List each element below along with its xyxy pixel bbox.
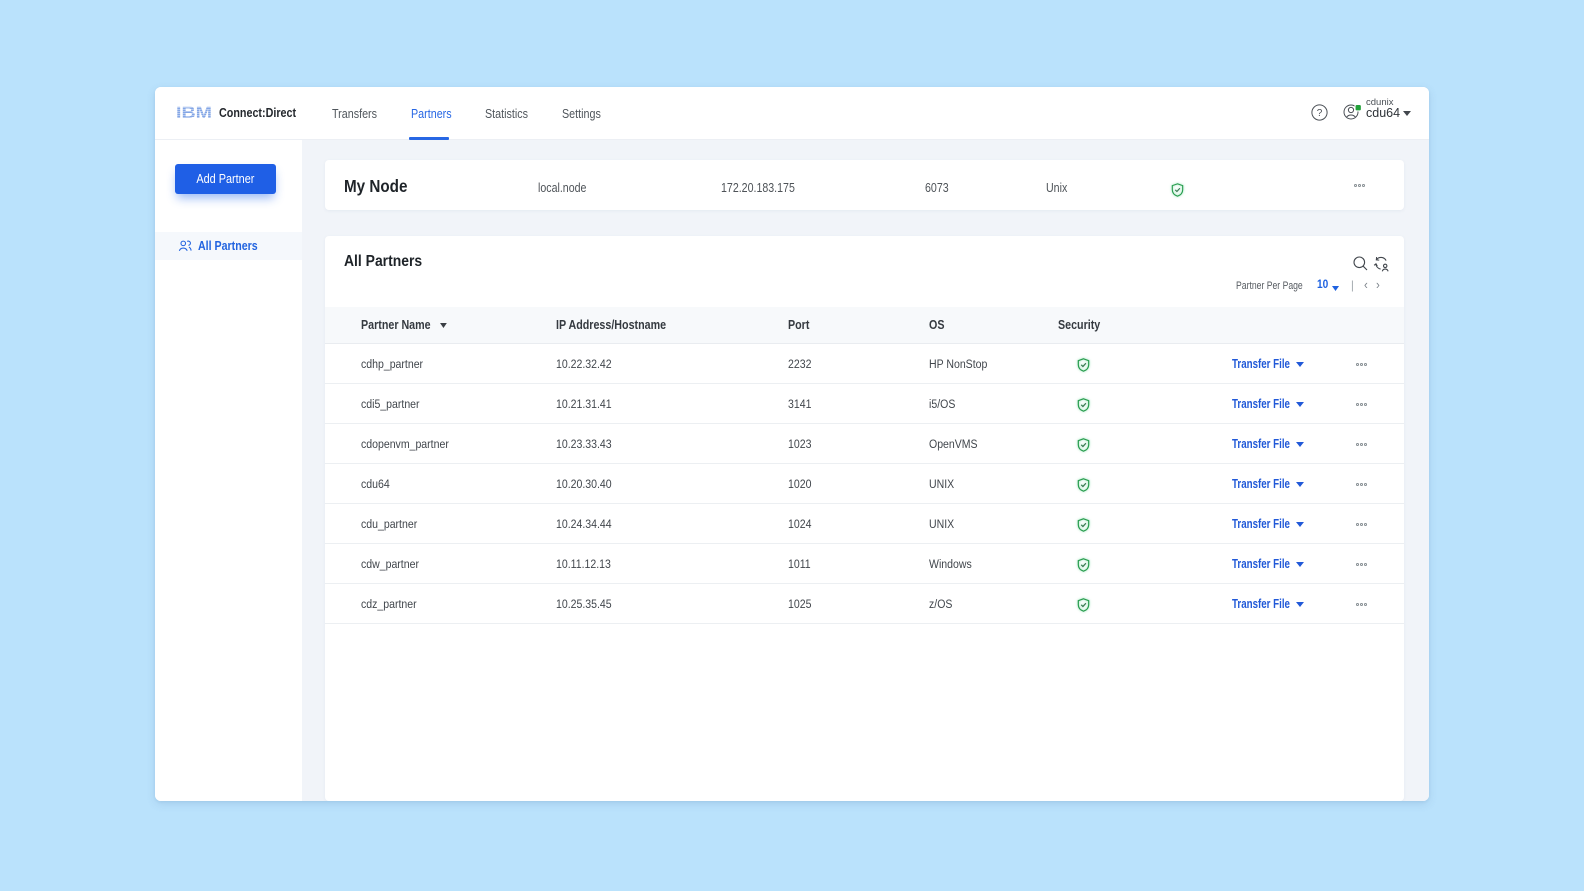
svg-text:IBM: IBM [177,104,212,120]
svg-text:?: ? [1317,108,1323,119]
